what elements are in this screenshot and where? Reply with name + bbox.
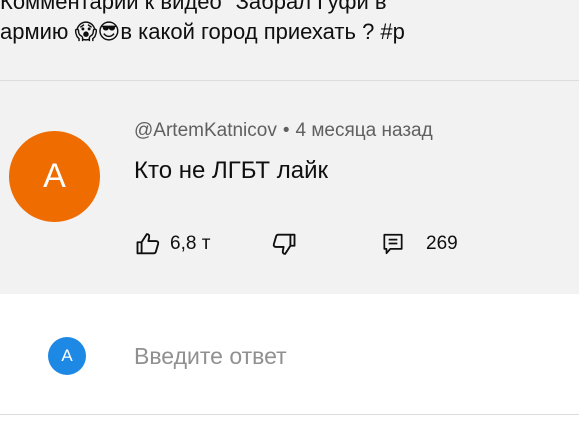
author-avatar[interactable]: A bbox=[9, 131, 100, 222]
author-avatar-letter: A bbox=[43, 157, 66, 195]
like-button[interactable]: 6,8 т bbox=[134, 224, 210, 264]
thumbs-down-icon bbox=[272, 233, 296, 255]
replies-button[interactable]: 269 bbox=[380, 224, 458, 264]
comment-text: Кто не ЛГБТ лайк bbox=[134, 157, 328, 184]
like-count: 6,8 т bbox=[170, 233, 211, 254]
author-name[interactable]: @ArtemKatnicov bbox=[134, 120, 277, 141]
divider bbox=[0, 80, 579, 81]
user-avatar-letter: A bbox=[61, 346, 73, 365]
comment-thread: Комментарии к видео "Забрал Гуфи в армию… bbox=[0, 0, 579, 294]
dislike-button[interactable] bbox=[270, 224, 298, 264]
divider bbox=[0, 414, 579, 415]
comment-time[interactable]: 4 месяца назад bbox=[296, 120, 433, 141]
reply-input[interactable] bbox=[134, 338, 554, 374]
video-title: Комментарии к видео "Забрал Гуфи в армию… bbox=[0, 0, 579, 47]
comment-actions: 6,8 т 269 bbox=[0, 224, 579, 264]
video-title-line-2: армию 😱😎в какой город приехать ? #р bbox=[0, 19, 405, 44]
comment-meta: @ArtemKatnicov • 4 месяца назад bbox=[134, 120, 433, 142]
thumbs-up-icon bbox=[136, 233, 160, 255]
video-title-line-1: Комментарии к видео "Забрал Гуфи в bbox=[0, 0, 387, 14]
comment-icon bbox=[383, 233, 403, 255]
reply-count: 269 bbox=[426, 233, 458, 254]
user-avatar: A bbox=[48, 337, 86, 375]
meta-separator: • bbox=[282, 120, 290, 141]
